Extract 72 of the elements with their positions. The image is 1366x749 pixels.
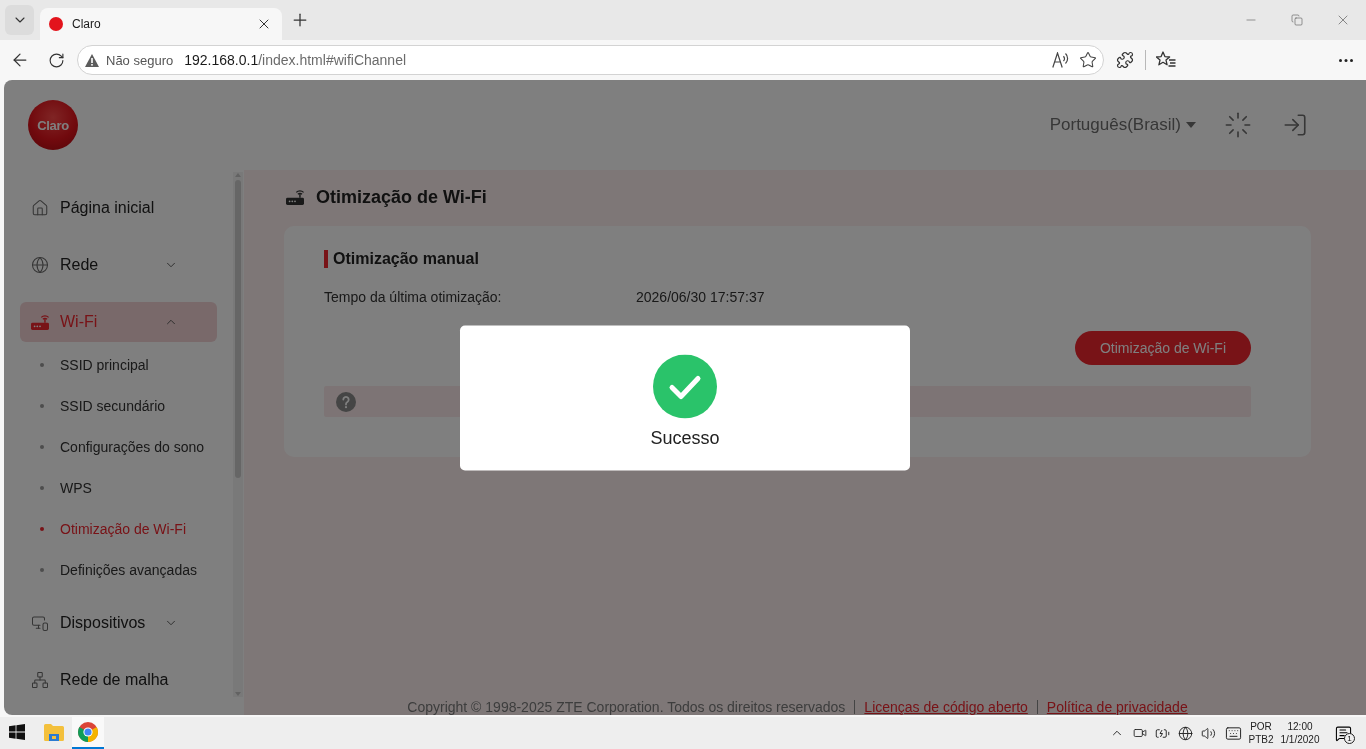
speaker-icon [1201,725,1216,741]
language-dropdown[interactable]: Português(Brasil) [1049,115,1196,135]
sidebar-item[interactable]: Dispositivos [20,603,217,643]
warning-icon [85,53,99,67]
message-icon[interactable] [1334,724,1352,742]
sidebar-scrollbar[interactable] [233,172,243,697]
page-title: Otimização de Wi-Fi [316,186,487,208]
read-aloud-icon[interactable] [1052,52,1070,68]
logo-icon [49,17,63,31]
notification-count: 1 [1344,733,1355,744]
ellipsis-icon [1339,58,1353,62]
tab-title: Claro [72,17,102,31]
sidebar-item-label: Rede [60,256,100,274]
dot-icon [40,444,44,449]
field-value: 2026/06/30 17:57:37 [636,288,765,306]
input-language: POR [1250,720,1272,733]
sidebar-item-label: Wi-Fi [60,313,99,331]
dot-icon [40,567,44,572]
spinner-button[interactable] [1224,111,1252,139]
devices-icon [31,614,49,632]
color-wheel-icon [78,722,98,742]
dot-icon [40,362,44,367]
restore-icon [1291,14,1303,26]
sidebar-item-label: Rede de malha [60,671,170,689]
network-icon [31,671,49,689]
sidebar-subitem[interactable]: Definições avançadas [20,549,217,590]
puzzle-icon [1116,51,1134,69]
star-list-icon [1156,51,1176,69]
keyboard-layout: PTB2 [1248,733,1274,746]
dot-icon [40,485,44,490]
sidebar-item-label: Dispositivos [60,614,147,632]
sidebar-subitem[interactable]: Otimização de Wi-Fi [20,508,217,549]
folder-icon [44,723,64,741]
spinner-icon [1224,111,1252,139]
star-icon[interactable] [1079,51,1097,69]
router-icon [286,189,304,205]
sidebar-subitem[interactable]: WPS [20,467,217,508]
sidebar-item-label: Página inicial [60,199,156,217]
url-text: 192.168.0.1/index.html#wifiChannel [184,52,407,68]
caret-icon [1186,122,1196,128]
camera-icon [1132,726,1147,740]
dot-icon [40,403,44,408]
optimize-button[interactable]: Otimização de Wi-Fi [1074,331,1251,365]
sidebar-subitem[interactable]: Configurações do sono [20,426,217,467]
clock-date: 1/1/2020 [1280,733,1320,746]
sidebar-item[interactable]: Rede [20,245,217,285]
router-icon [31,314,49,330]
sidebar-item[interactable]: Página inicial [20,188,217,228]
sidebar-subitem[interactable]: SSID secundário [20,385,217,426]
clock-time: 12:00 [1287,720,1313,733]
four-squares-icon [9,724,25,740]
footer-link[interactable]: Política de privacidade [1046,699,1188,715]
exit-button[interactable] [1282,112,1308,138]
address-field[interactable]: Não seguro 192.168.0.1/index.html#wifiChannel [77,45,1104,75]
dialog-message: Sucesso [650,426,720,448]
globe-icon [1178,725,1193,741]
site-security-button[interactable]: Não seguro [85,49,174,71]
section-title: Otimização manual [324,250,1251,268]
sidebar-item[interactable]: Rede de malha [20,660,217,700]
taskbar-app[interactable] [72,717,104,749]
keyboard-icon [1224,724,1242,742]
brand-logo: Claro [28,100,78,150]
browser-tab[interactable]: Claro [40,8,282,40]
copyright-text: Copyright © 1998-2025 ZTE Corporation. Todos os direitos reservados [407,699,846,715]
check-circle-icon [653,354,717,418]
dot-icon [40,526,44,531]
sidebar-subitem[interactable]: SSID principal [20,344,217,385]
house-icon [31,199,49,217]
globe-icon [31,256,49,274]
field-label: Tempo da última otimização: [324,288,503,306]
reload-icon [47,51,65,69]
footer-link[interactable]: Licenças de código aberto [864,699,1028,715]
